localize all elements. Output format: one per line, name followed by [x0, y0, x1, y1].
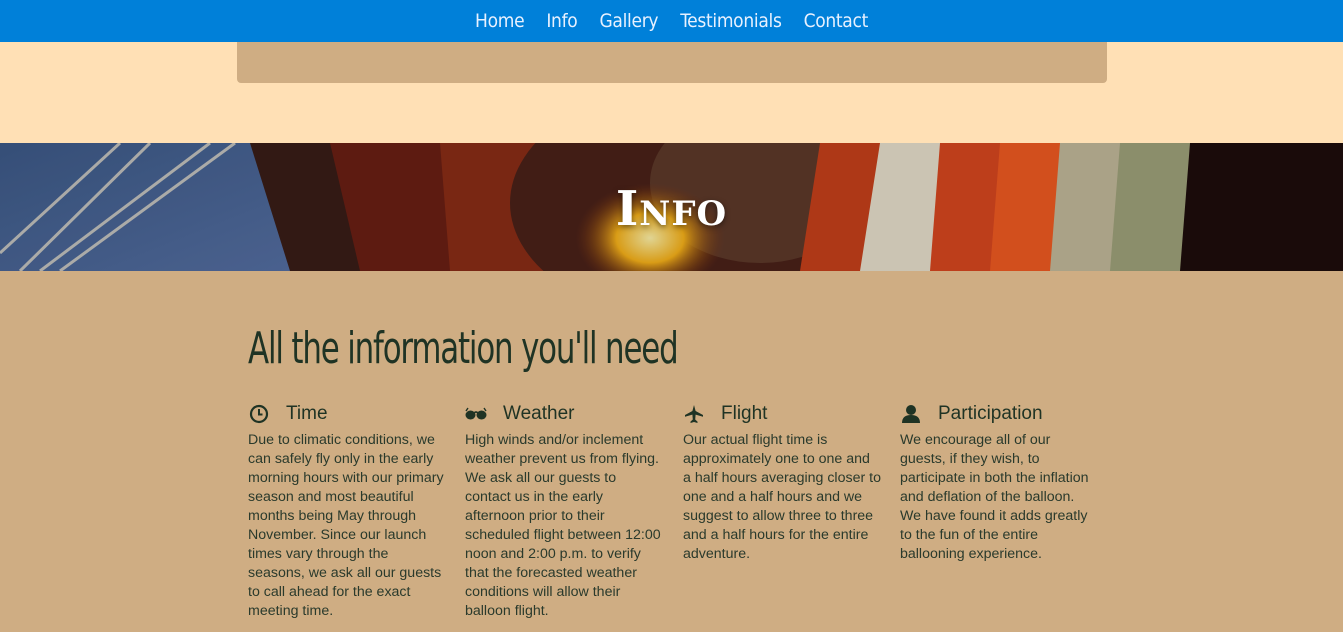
top-card — [237, 42, 1107, 83]
sunglasses-icon — [465, 403, 487, 425]
column-title: Time — [286, 403, 328, 424]
navbar: Home Info Gallery Testimonials Contact — [0, 0, 1343, 42]
nav-link-contact[interactable]: Contact — [804, 10, 869, 32]
hero-banner: Info — [0, 143, 1343, 271]
column-text: High winds and/or inclement weather prev… — [465, 432, 661, 619]
column-title: Participation — [938, 403, 1043, 424]
plane-icon — [683, 403, 705, 425]
column-header: Time — [248, 401, 446, 427]
user-icon — [900, 403, 922, 425]
column-text: We encourage all of our guests, if they … — [900, 432, 1089, 562]
info-column-weather: Weather High winds and/or inclement weat… — [465, 401, 663, 621]
info-column-participation: Participation We encourage all of our gu… — [900, 401, 1098, 564]
nav-link-home[interactable]: Home — [475, 10, 525, 32]
nav-link-testimonials[interactable]: Testimonials — [680, 10, 782, 32]
nav-link-info[interactable]: Info — [546, 10, 577, 32]
info-section: All the information you'll need Time Due… — [0, 271, 1343, 632]
column-header: Flight — [683, 401, 881, 427]
top-section — [0, 42, 1343, 143]
info-column-time: Time Due to climatic conditions, we can … — [248, 401, 446, 621]
info-heading: All the information you'll need — [248, 323, 679, 374]
column-text: Our actual flight time is approximately … — [683, 432, 881, 562]
nav-link-gallery[interactable]: Gallery — [599, 10, 658, 32]
column-header: Participation — [900, 401, 1098, 427]
column-title: Weather — [503, 403, 575, 424]
column-text: Due to climatic conditions, we can safel… — [248, 432, 444, 619]
column-title: Flight — [721, 403, 768, 424]
column-header: Weather — [465, 401, 663, 427]
clock-icon — [248, 403, 270, 425]
hero-title: Info — [615, 181, 728, 237]
info-column-flight: Flight Our actual flight time is approxi… — [683, 401, 881, 564]
